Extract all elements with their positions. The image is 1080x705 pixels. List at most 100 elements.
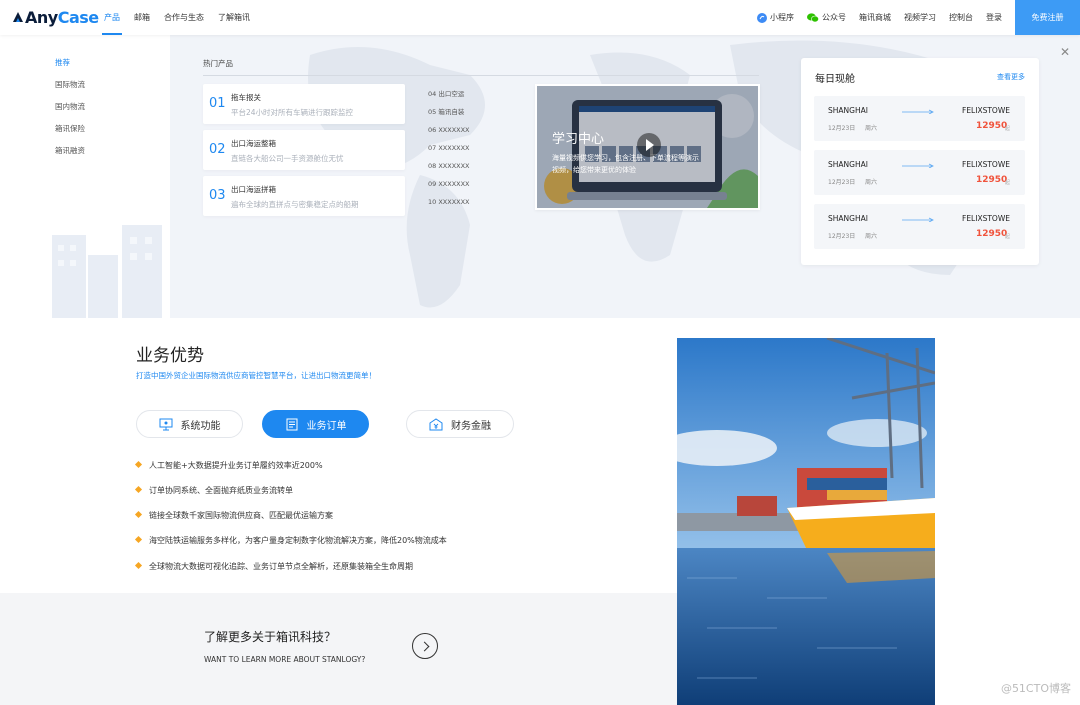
tab-system-features[interactable]: 系统功能 [136, 410, 243, 438]
route-card[interactable]: SHANGHAI FELIXSTOWE 12月23日 周六 12950 起 [814, 204, 1025, 249]
tab-label: 系统功能 [180, 420, 221, 432]
top-header: Any Case 产品 邮箱 合作与生态 了解箱讯 小程序 公众号 箱讯商城 视频… [0, 0, 1080, 35]
nav-item-about[interactable]: 了解箱讯 [218, 0, 250, 35]
sidebar-item-financing[interactable]: 箱讯融资 [55, 146, 85, 168]
list-item: 人工智能+大数据提升业务订单履约效率近200% [134, 460, 323, 471]
tab-business-orders[interactable]: 业务订单 [262, 410, 369, 438]
product-card[interactable]: 02 出口海运整箱 直链各大船公司一手资源舱位无忧 [203, 130, 405, 170]
close-icon[interactable]: ✕ [1060, 45, 1070, 59]
nav-video-learning[interactable]: 视频学习 [904, 12, 936, 23]
anycase-logo[interactable]: Any Case [12, 7, 99, 27]
nav-item-partners[interactable]: 合作与生态 [164, 0, 204, 35]
nav-mini-program-label: 小程序 [770, 13, 794, 22]
list-item[interactable]: 04 出口空运 [428, 89, 470, 107]
nav-item-mailbox[interactable]: 邮箱 [134, 0, 150, 35]
product-mega-menu: 推荐 国际物流 国内物流 箱讯保险 箱讯融资 ✕ 热门产品 01 拖车报关 平台… [0, 35, 1080, 318]
feature-text: 链接全球数千家国际物流供应商、匹配最优运输方案 [149, 511, 333, 520]
route-price-unit: 起 [1005, 126, 1011, 132]
route-weekday: 周六 [865, 179, 878, 186]
diamond-bullet-icon [134, 561, 143, 570]
hot-products-title: 热门产品 [203, 59, 233, 68]
cargo-ship-photo [677, 338, 935, 705]
route-origin: SHANGHAI [828, 214, 868, 223]
route-weekday: 周六 [865, 125, 878, 132]
route-card[interactable]: SHANGHAI FELIXSTOWE 12月23日 周六 12950 起 [814, 150, 1025, 195]
list-item[interactable]: 08 XXXXXXX [428, 161, 470, 179]
view-more-link[interactable]: 查看更多 [997, 72, 1025, 82]
product-card[interactable]: 03 出口海运拼箱 遍布全球的直拼点与密集稳定点的船期 [203, 176, 405, 216]
product-card-title: 拖车报关 [231, 93, 261, 102]
route-destination: FELIXSTOWE [962, 160, 1010, 169]
list-item: 订单协同系统、全面抛弃纸质业务流转单 [134, 485, 293, 496]
list-item[interactable]: 06 XXXXXXX [428, 125, 470, 143]
logo-mark-icon [13, 12, 23, 22]
order-icon [286, 418, 297, 430]
nav-login[interactable]: 登录 [986, 12, 1002, 23]
nav-mini-program[interactable]: 小程序 [757, 12, 794, 23]
route-price-unit: 起 [1005, 180, 1011, 186]
sidebar-item-recommended[interactable]: 推荐 [55, 58, 85, 80]
route-weekday: 周六 [865, 233, 878, 240]
route-origin: SHANGHAI [828, 106, 868, 115]
main-nav: 产品 邮箱 合作与生态 了解箱讯 [102, 0, 264, 35]
route-destination: FELIXSTOWE [962, 214, 1010, 223]
diamond-bullet-icon [134, 510, 143, 519]
sidebar-item-intl-logistics[interactable]: 国际物流 [55, 80, 85, 102]
product-card-desc: 平台24小时对所有车辆进行跟踪监控 [231, 108, 354, 117]
advantage-title: 业务优势 [136, 346, 204, 366]
product-card[interactable]: 01 拖车报关 平台24小时对所有车辆进行跟踪监控 [203, 84, 405, 124]
sidebar-item-domestic-logistics[interactable]: 国内物流 [55, 102, 85, 124]
feature-text: 人工智能+大数据提升业务订单履约效率近200% [149, 461, 323, 470]
nav-store[interactable]: 箱讯商城 [859, 12, 891, 23]
route-price-unit: 起 [1005, 234, 1011, 240]
feature-text: 全球物流大数据可视化追踪、业务订单节点全解析，还原集装箱全生命周期 [149, 562, 413, 571]
list-item[interactable]: 07 XXXXXXX [428, 143, 470, 161]
advantage-subtitle: 打造中国外贸企业国际物流供应商管控智慧平台，让进出口物流更简单！ [136, 371, 376, 380]
diamond-bullet-icon [134, 460, 143, 469]
product-card-title: 出口海运整箱 [231, 139, 276, 148]
nav-console[interactable]: 控制台 [949, 12, 973, 23]
route-date: 12月23日 [828, 233, 856, 240]
learn-more-subtitle: WANT TO LEARN MORE ABOUT STANLOGY? [204, 655, 366, 664]
feature-text: 海空陆铁运输服务多样化，为客户量身定制数字化物流解决方案，降低20%物流成本 [149, 536, 447, 545]
hot-product-cards: 01 拖车报关 平台24小时对所有车辆进行跟踪监控 02 出口海运整箱 直链各大… [203, 84, 405, 222]
product-card-desc: 直链各大船公司一手资源舱位无忧 [231, 154, 344, 163]
list-item: 链接全球数千家国际物流供应商、匹配最优运输方案 [134, 510, 333, 521]
register-button[interactable]: 免费注册 [1015, 0, 1080, 35]
video-title: 学习中心 [552, 132, 605, 147]
monitor-icon [159, 418, 172, 430]
play-icon[interactable] [637, 133, 661, 157]
list-item[interactable]: 05 箱讯自装 [428, 107, 470, 125]
nav-item-products[interactable]: 产品 [102, 0, 122, 35]
buildings-illustration [52, 225, 162, 318]
product-card-number: 03 [209, 188, 226, 203]
route-card[interactable]: SHANGHAI FELIXSTOWE 12月23日 周六 12950 起 [814, 96, 1025, 141]
logo-text-any: Any [25, 7, 58, 27]
sidebar-item-insurance[interactable]: 箱讯保险 [55, 124, 85, 146]
category-sidebar: 推荐 国际物流 国内物流 箱讯保险 箱讯融资 [0, 35, 170, 318]
arrow-right-icon [902, 163, 934, 168]
arrow-right-circle-icon[interactable] [412, 633, 438, 659]
tab-finance[interactable]: 财务金融 [406, 410, 514, 438]
watermark: @51CTO博客 [1000, 682, 1071, 695]
daily-space-title: 每日现舱 [815, 74, 855, 85]
product-card-number: 02 [209, 142, 226, 157]
list-item[interactable]: 09 XXXXXXX [428, 179, 470, 197]
product-card-title: 出口海运拼箱 [231, 185, 276, 194]
route-destination: FELIXSTOWE [962, 106, 1010, 115]
learning-center-video-card[interactable]: 学习中心 海量视频供您学习，包含注册、下单流程等演示视频，给您带来更优的体验 [535, 84, 760, 210]
learn-more-title: 了解更多关于箱讯科技？ [204, 630, 337, 644]
tab-label: 业务订单 [306, 420, 347, 432]
arrow-right-icon [902, 217, 934, 222]
list-item[interactable]: 10 XXXXXXX [428, 197, 470, 215]
nav-wechat[interactable]: 公众号 [807, 12, 846, 23]
route-price: 12950 [976, 175, 1008, 185]
product-card-number: 01 [209, 96, 226, 111]
route-origin: SHANGHAI [828, 160, 868, 169]
mini-program-icon [757, 12, 767, 23]
list-item: 海空陆铁运输服务多样化，为客户量身定制数字化物流解决方案，降低20%物流成本 [134, 535, 447, 546]
list-item: 全球物流大数据可视化追踪、业务订单节点全解析，还原集装箱全生命周期 [134, 561, 413, 572]
product-card-desc: 遍布全球的直拼点与密集稳定点的船期 [231, 200, 359, 209]
nav-wechat-label: 公众号 [822, 13, 846, 22]
tab-label: 财务金融 [451, 420, 491, 432]
